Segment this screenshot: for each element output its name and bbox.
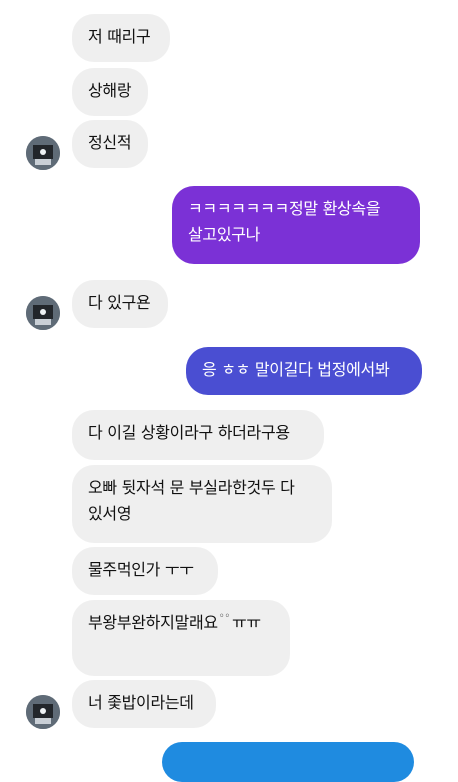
incoming-message[interactable]: 정신적: [72, 120, 148, 168]
avatar-icon[interactable]: [26, 695, 60, 729]
incoming-message[interactable]: 저 때리구: [72, 14, 170, 62]
outgoing-message[interactable]: ㅋㅋㅋㅋㅋㅋㅋ정말 환상속을 살고있구나: [172, 186, 420, 264]
outgoing-message-partial[interactable]: [162, 742, 414, 782]
tear-emoji-icon: ◦◦: [218, 611, 231, 622]
incoming-message[interactable]: 다 있구욘: [72, 280, 168, 328]
avatar-icon[interactable]: [26, 136, 60, 170]
outgoing-message[interactable]: 응 ㅎㅎ 말이길다 법정에서봐: [186, 347, 422, 395]
incoming-message[interactable]: 너 좇밥이라는데: [72, 680, 216, 728]
avatar-icon[interactable]: [26, 296, 60, 330]
incoming-message[interactable]: 상해랑: [72, 68, 148, 116]
incoming-message[interactable]: 오빠 뒷자석 문 부실라한것두 다 있서영: [72, 465, 332, 543]
message-text: 부왕부완하지말래요: [88, 613, 218, 632]
incoming-message[interactable]: 부왕부완하지말래요◦◦ ㅠㅠ: [72, 600, 290, 676]
incoming-message[interactable]: 물주먹인가 ㅜㅜ: [72, 547, 218, 595]
message-suffix: ㅠㅠ: [231, 613, 261, 632]
incoming-message[interactable]: 다 이길 상황이라구 하더라구용: [72, 410, 324, 460]
